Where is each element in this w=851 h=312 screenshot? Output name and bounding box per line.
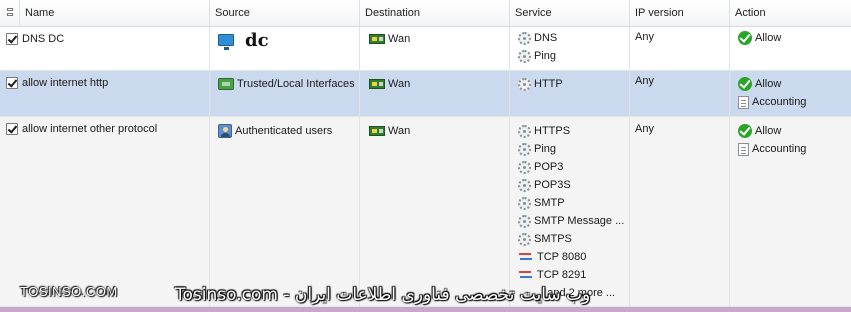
document-icon bbox=[738, 142, 749, 156]
source-label: Trusted/Local Interfaces bbox=[237, 78, 355, 90]
destination-label: Wan bbox=[388, 125, 411, 137]
allow-check-icon bbox=[738, 77, 752, 91]
rule-service-cell[interactable]: DNS Ping bbox=[510, 27, 630, 70]
service-label: HTTPS bbox=[534, 125, 571, 137]
rule-name-cell: DNS DC bbox=[0, 27, 210, 70]
ip-version-label: Any bbox=[635, 75, 654, 87]
action-label: Accounting bbox=[752, 96, 807, 108]
ip-version-label: Any bbox=[635, 123, 654, 135]
rule-source-cell[interactable]: Trusted/Local Interfaces bbox=[210, 71, 360, 116]
rule-service-cell[interactable]: HTTPS Ping POP3 POP3S SMTP SMTP Message … bbox=[510, 117, 630, 306]
allow-check-icon bbox=[738, 31, 752, 45]
rule-source-cell[interactable]: dc bbox=[210, 27, 360, 70]
gear-icon bbox=[518, 77, 531, 91]
gear-icon bbox=[518, 214, 531, 228]
rule-enabled-checkbox[interactable] bbox=[6, 77, 18, 89]
gear-icon bbox=[518, 124, 531, 138]
service-label: POP3S bbox=[534, 179, 571, 191]
rule-name-cell: allow internet other protocol bbox=[0, 117, 210, 306]
source-label: Authenticated users bbox=[235, 125, 333, 137]
service-label: Ping bbox=[534, 143, 557, 155]
users-icon bbox=[218, 124, 232, 138]
rule-action-cell[interactable]: Allow Accounting bbox=[730, 71, 851, 116]
next-row-strip bbox=[0, 307, 851, 312]
gear-icon bbox=[518, 232, 531, 246]
rule-enabled-checkbox[interactable] bbox=[6, 33, 18, 45]
column-header-name[interactable]: Name bbox=[20, 0, 210, 27]
watermark-center: وب سایت تخصصی فناوری اطلاعات ایران - Tos… bbox=[175, 285, 591, 305]
rule-destination-cell[interactable]: Wan bbox=[360, 27, 510, 70]
allow-check-icon bbox=[738, 124, 752, 138]
destination-label: Wan bbox=[388, 78, 411, 90]
tcp-port-icon bbox=[518, 251, 534, 263]
rule-source-cell[interactable]: Authenticated users bbox=[210, 117, 360, 306]
gear-icon bbox=[518, 31, 531, 45]
service-label: DNS bbox=[534, 32, 558, 44]
service-label: TCP 8291 bbox=[537, 269, 587, 281]
rule-row-dns-dc[interactable]: DNS DC dc Wan DNS Ping Any Allow bbox=[0, 27, 851, 71]
destination-label: Wan bbox=[388, 33, 411, 45]
service-label: SMTP bbox=[534, 197, 565, 209]
service-label: SMTPS bbox=[534, 233, 572, 245]
column-header-source[interactable]: Source bbox=[210, 0, 360, 27]
gear-icon bbox=[518, 49, 531, 63]
rule-action-cell[interactable]: Allow bbox=[730, 27, 851, 70]
network-icon bbox=[369, 79, 385, 89]
gear-icon bbox=[518, 142, 531, 156]
column-header-ip-version[interactable]: IP version bbox=[630, 0, 730, 27]
service-label: SMTP Message ... bbox=[534, 215, 625, 227]
rule-destination-cell[interactable]: Wan bbox=[360, 71, 510, 116]
rule-name: allow internet other protocol bbox=[22, 123, 158, 135]
column-header-action[interactable]: Action bbox=[730, 0, 851, 27]
action-label: Allow bbox=[755, 125, 782, 137]
rule-order-icon bbox=[5, 8, 15, 20]
trusted-interfaces-icon bbox=[218, 78, 234, 90]
document-icon bbox=[738, 95, 749, 109]
tcp-port-icon bbox=[518, 269, 534, 281]
watermark-left: TOSINSO.COM bbox=[20, 284, 118, 299]
network-icon bbox=[369, 34, 385, 44]
gear-icon bbox=[518, 160, 531, 174]
service-label: POP3 bbox=[534, 161, 564, 173]
service-label: Ping bbox=[534, 50, 557, 62]
source-overlay-text: dc bbox=[245, 29, 269, 51]
rule-name: allow internet http bbox=[22, 77, 109, 89]
rule-row-allow-internet-http[interactable]: allow internet http Trusted/Local Interf… bbox=[0, 71, 851, 117]
rule-destination-cell[interactable]: Wan bbox=[360, 117, 510, 306]
rule-ip-version-cell: Any bbox=[630, 27, 730, 70]
rule-action-cell[interactable]: Allow Accounting bbox=[730, 117, 851, 306]
rule-ip-version-cell: Any bbox=[630, 117, 730, 306]
service-label: TCP 8080 bbox=[537, 251, 587, 263]
rule-ip-version-cell: Any bbox=[630, 71, 730, 116]
column-header-service[interactable]: Service bbox=[510, 0, 630, 27]
network-icon bbox=[369, 126, 385, 136]
action-label: Allow bbox=[755, 78, 782, 90]
rule-row-allow-internet-other-protocol[interactable]: allow internet other protocol Authentica… bbox=[0, 117, 851, 307]
gear-icon bbox=[518, 178, 531, 192]
grid-header: Name Source Destination Service IP versi… bbox=[0, 0, 851, 27]
rule-name: DNS DC bbox=[22, 33, 65, 45]
action-label: Accounting bbox=[752, 143, 807, 155]
column-header-destination[interactable]: Destination bbox=[360, 0, 510, 27]
rule-name-cell: allow internet http bbox=[0, 71, 210, 116]
rule-service-cell[interactable]: HTTP bbox=[510, 71, 630, 116]
ip-version-label: Any bbox=[635, 31, 654, 43]
gear-icon bbox=[518, 196, 531, 210]
column-drag-handle[interactable] bbox=[0, 0, 20, 27]
rule-enabled-checkbox[interactable] bbox=[6, 123, 18, 135]
service-label: HTTP bbox=[534, 78, 563, 90]
computer-icon bbox=[218, 34, 234, 50]
action-label: Allow bbox=[755, 32, 782, 44]
